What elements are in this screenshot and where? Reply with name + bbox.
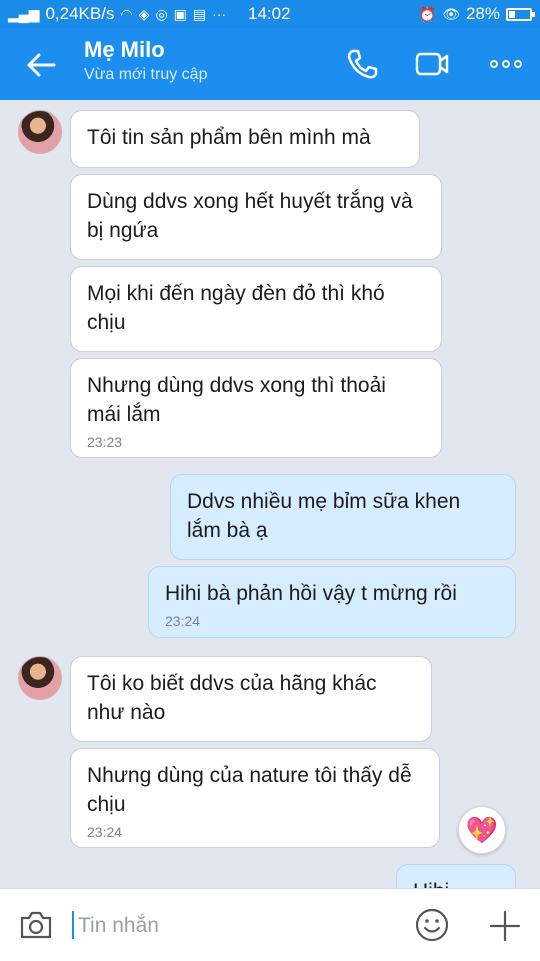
sparkling-heart-icon[interactable]: 💖 bbox=[458, 806, 506, 854]
message-text: Dùng ddvs xong hết huyết trắng và bị ngứ… bbox=[87, 190, 413, 242]
emoji-icon[interactable] bbox=[414, 907, 450, 943]
network-speed: 0,24KB/s bbox=[45, 4, 115, 23]
status-left: ▂▄▆ 0,24KB/s ◠ ◈ ◎ ▣ ▤ ··· bbox=[8, 4, 226, 24]
more-options-icon[interactable] bbox=[488, 46, 524, 82]
message-bubble-sent[interactable]: Ddvs nhiều mẹ bỉm sữa khen lắm bà ạ bbox=[170, 474, 516, 560]
message-input-bar bbox=[0, 888, 540, 961]
instagram-icon: ◎ bbox=[155, 6, 168, 22]
wifi-icon: ◠ bbox=[120, 6, 133, 22]
message-bubble-sent[interactable]: Hihi bbox=[396, 864, 516, 890]
message-text: Nhưng dùng ddvs xong thì thoải mái lắm bbox=[87, 374, 386, 426]
message-bubble-received[interactable]: Nhưng dùng ddvs xong thì thoải mái lắm 2… bbox=[70, 358, 442, 458]
message-timestamp: 23:23 bbox=[87, 434, 123, 450]
message-bubble-received[interactable]: Mọi khi đến ngày đèn đỏ thì khó chịu bbox=[70, 266, 442, 352]
message-text: Nhưng dùng của nature tôi thấy dễ chịu bbox=[87, 764, 412, 816]
reaction-glyph: 💖 bbox=[465, 814, 499, 845]
message-bubble-received[interactable]: Nhưng dùng của nature tôi thấy dễ chịu 2… bbox=[70, 748, 440, 848]
eye-icon: 👁 bbox=[442, 6, 460, 22]
message-bubble-sent[interactable]: Hihi bà phản hồi vậy t mừng rồi 23:24 bbox=[148, 566, 516, 638]
camera-icon[interactable] bbox=[18, 907, 54, 943]
mail-icon: ▤ bbox=[192, 6, 207, 22]
video-call-icon[interactable] bbox=[414, 46, 450, 82]
contact-status: Vừa mới truy cập bbox=[84, 66, 208, 83]
zalo-icon: ▣ bbox=[173, 6, 187, 22]
message-text: Tôi ko biết ddvs của hãng khác như nào bbox=[87, 672, 377, 724]
chat-header: Mẹ Milo Vừa mới truy cập bbox=[0, 28, 540, 100]
status-bar: ▂▄▆ 0,24KB/s ◠ ◈ ◎ ▣ ▤ ··· 14:02 ⏰ 👁 28% bbox=[0, 0, 540, 28]
message-input[interactable] bbox=[76, 909, 380, 943]
message-text: Tôi tin sản phẩm bên mình mà bbox=[87, 126, 371, 149]
message-bubble-received[interactable]: Tôi ko biết ddvs của hãng khác như nào bbox=[70, 656, 432, 742]
contact-avatar[interactable] bbox=[18, 656, 62, 700]
message-timestamp: 23:24 bbox=[87, 824, 123, 840]
contact-avatar[interactable] bbox=[18, 110, 62, 154]
battery-percent: 28% bbox=[465, 4, 500, 23]
message-text: Mọi khi đến ngày đèn đỏ thì khó chịu bbox=[87, 282, 385, 334]
back-arrow-icon[interactable] bbox=[24, 48, 58, 82]
message-bubble-received[interactable]: Dùng ddvs xong hết huyết trắng và bị ngứ… bbox=[70, 174, 442, 260]
clock: 14:02 bbox=[248, 4, 291, 23]
messenger-icon: ◈ bbox=[138, 6, 150, 22]
more-notifications-icon: ··· bbox=[212, 6, 227, 22]
message-list[interactable]: Tôi tin sản phẩm bên mình mà Dùng ddvs x… bbox=[0, 100, 540, 890]
message-text: Hihi bà phản hồi vậy t mừng rồi bbox=[165, 582, 457, 605]
message-timestamp: 23:24 bbox=[165, 613, 201, 629]
alarm-icon: ⏰ bbox=[418, 6, 437, 22]
phone-call-icon[interactable] bbox=[344, 46, 380, 82]
plus-icon[interactable] bbox=[488, 909, 522, 943]
battery-icon bbox=[506, 7, 535, 21]
status-right: ⏰ 👁 28% bbox=[418, 4, 535, 24]
message-text: Ddvs nhiều mẹ bỉm sữa khen lắm bà ạ bbox=[187, 490, 461, 542]
text-cursor bbox=[72, 911, 74, 939]
signal-icon: ▂▄▆ bbox=[8, 6, 40, 22]
message-bubble-received[interactable]: Tôi tin sản phẩm bên mình mà bbox=[70, 110, 420, 168]
contact-name[interactable]: Mẹ Milo bbox=[84, 37, 165, 63]
